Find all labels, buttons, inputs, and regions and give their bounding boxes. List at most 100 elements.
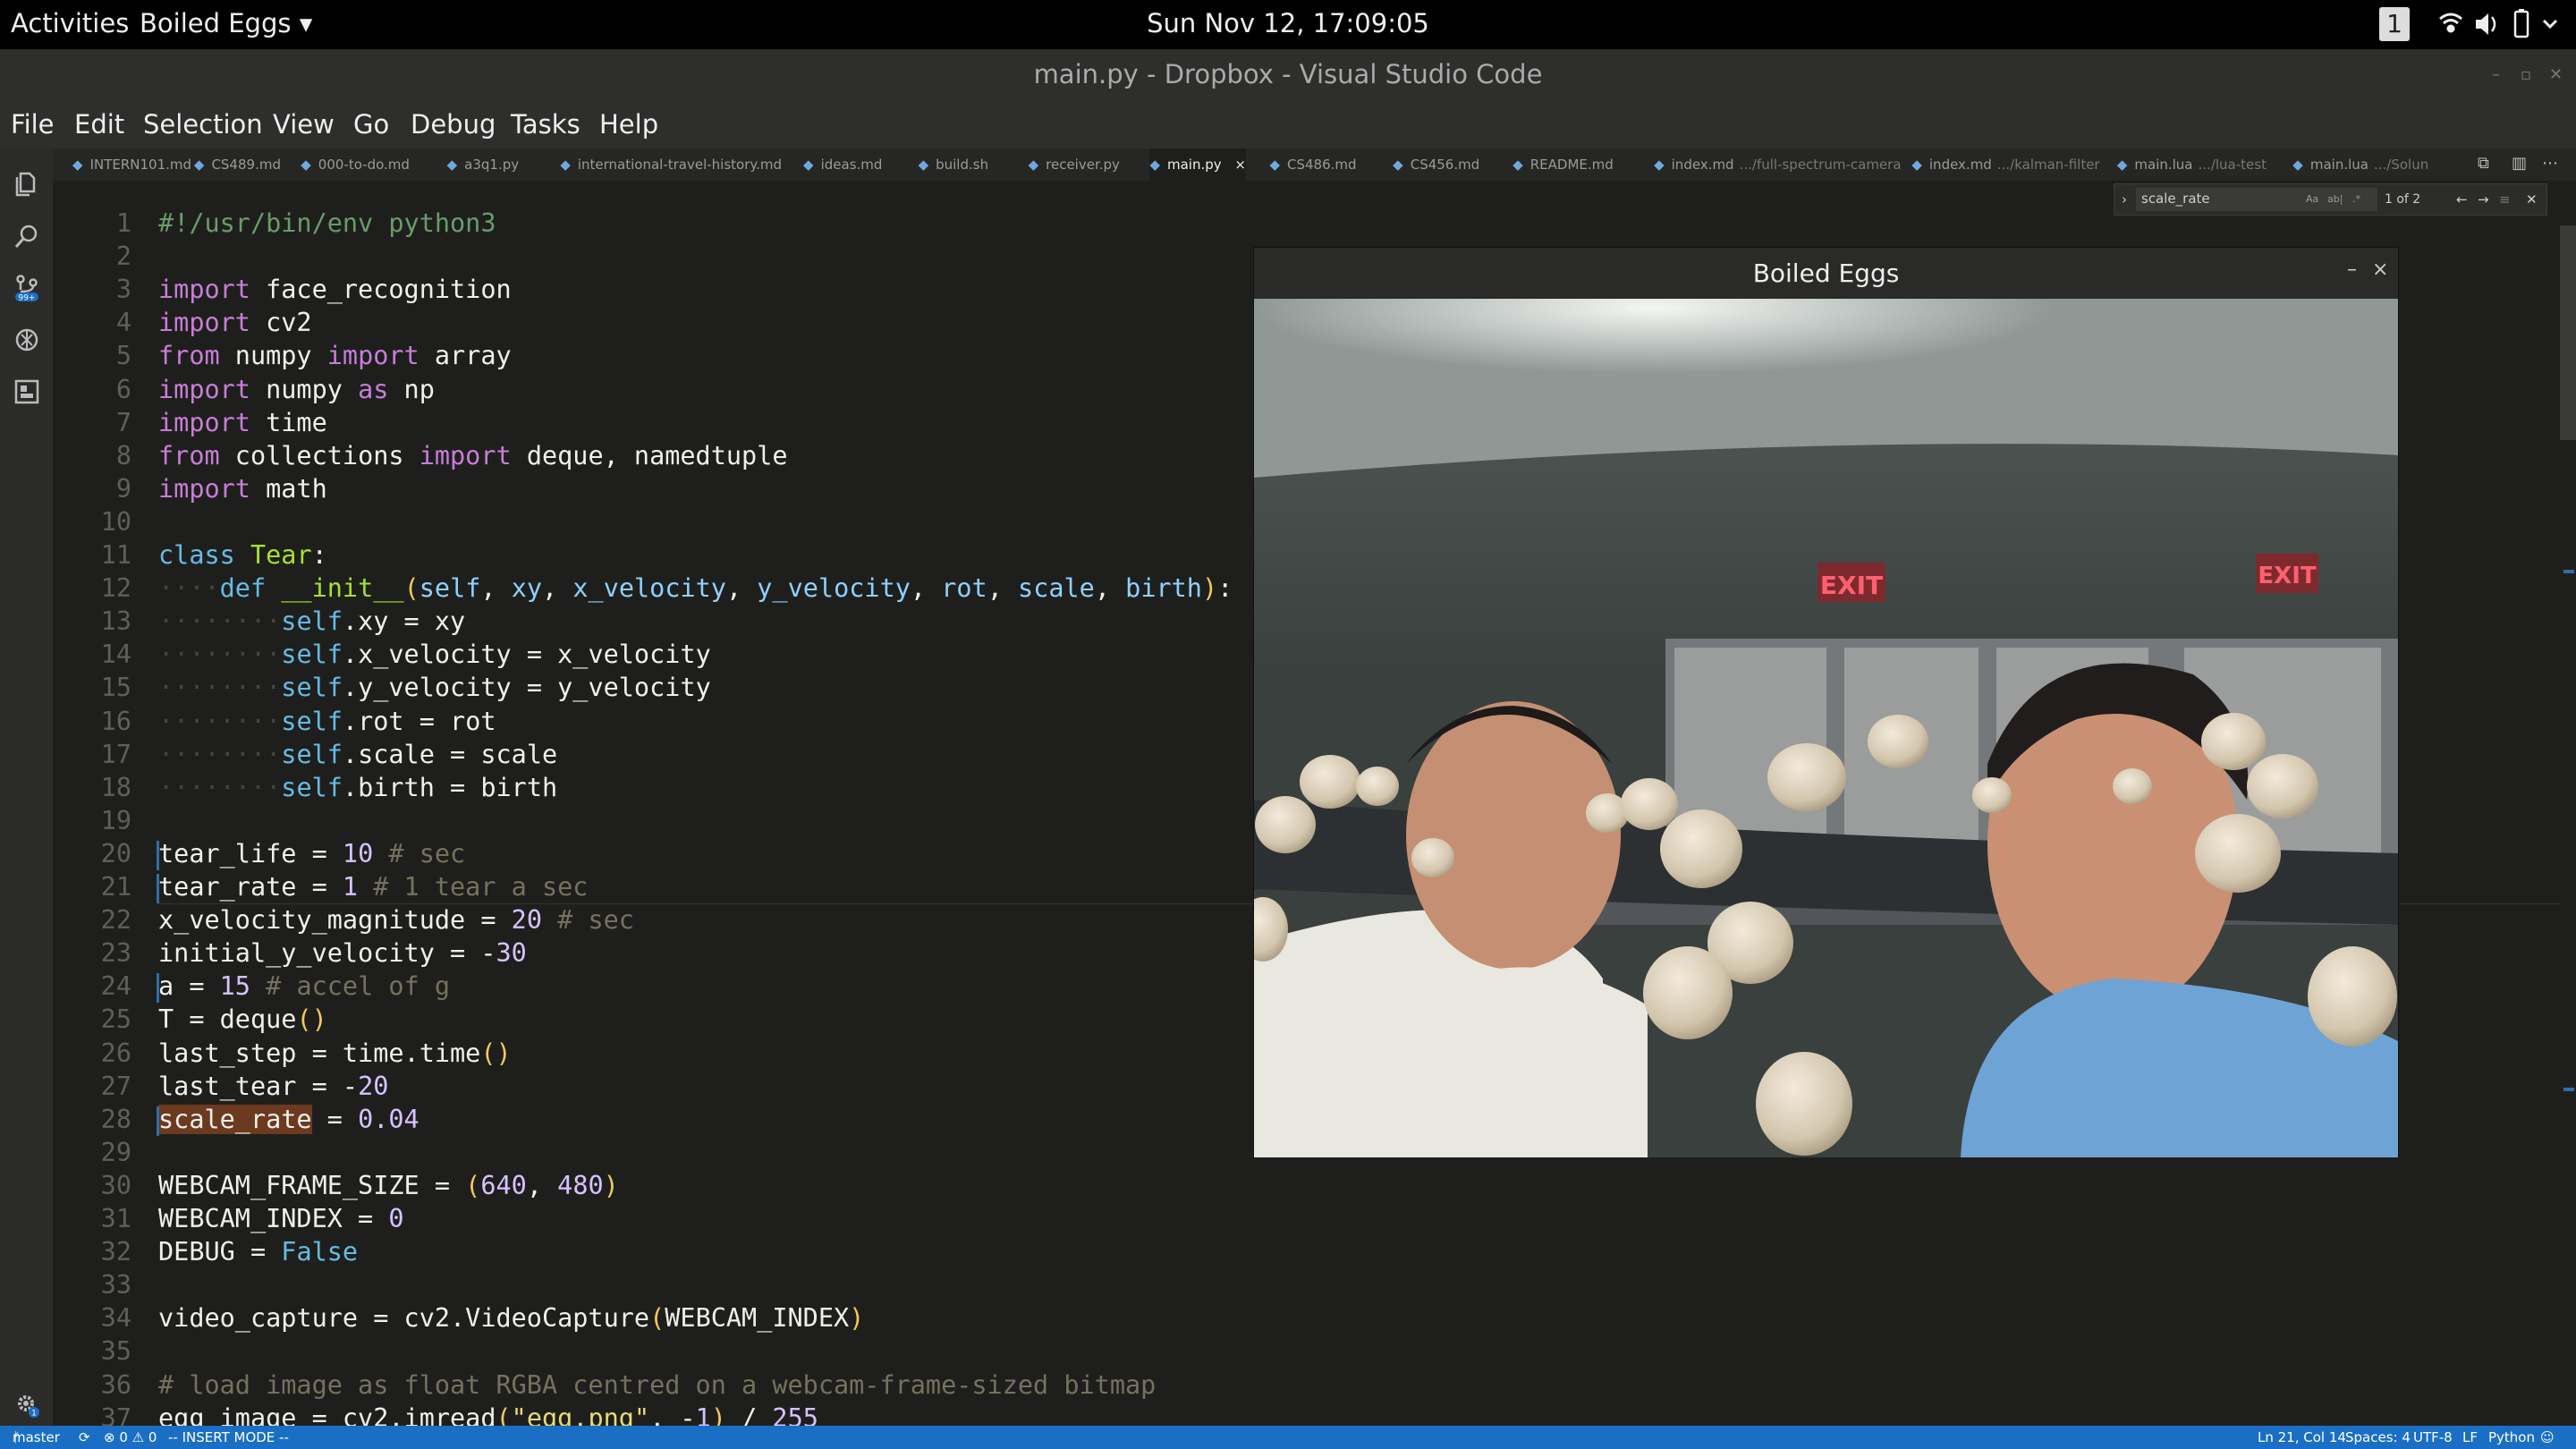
editor-tab[interactable]: ◆ CS486.md xyxy=(1269,148,1356,181)
editor-tab[interactable]: ◆ CS456.md xyxy=(1393,148,1479,181)
settings-gear-icon[interactable]: 1 xyxy=(13,1390,41,1419)
code-line: #!/usr/bin/env python3 xyxy=(158,208,496,238)
window-title: main.py - Dropbox - Visual Studio Code xyxy=(1033,59,1543,89)
popup-close-button[interactable]: × xyxy=(2372,258,2388,281)
line-number: 13 xyxy=(100,606,131,637)
editor-tab[interactable]: ◆ main.lua .../Solun xyxy=(2292,148,2428,181)
editor-tab[interactable]: ◆ receiver.py xyxy=(1029,148,1120,181)
line-number: 28 xyxy=(100,1104,131,1134)
file-icon: ◆ xyxy=(1911,157,1922,173)
close-icon[interactable]: ✕ xyxy=(2526,184,2538,215)
workspace-indicator[interactable]: 1 xyxy=(2379,7,2410,41)
file-icon: ◆ xyxy=(1654,157,1665,173)
tab-active[interactable]: ◆ main.py × xyxy=(1149,148,1246,181)
close-icon[interactable]: × xyxy=(1231,157,1246,173)
close-button[interactable]: ✕ xyxy=(2549,49,2563,100)
line-number: 8 xyxy=(115,440,131,470)
file-icon: ◆ xyxy=(1149,157,1160,173)
editor-tab[interactable]: ◆ CS489.md xyxy=(194,148,281,181)
language-mode[interactable]: Python xyxy=(2488,1426,2535,1449)
window-titlebar[interactable]: main.py - Dropbox - Visual Studio Code –… xyxy=(0,49,2576,100)
find-in-selection-icon[interactable]: ≡ xyxy=(2499,184,2511,215)
match-case-toggle[interactable]: Aa xyxy=(2306,184,2318,215)
sync-button[interactable]: ⟳ xyxy=(79,1426,90,1449)
system-tray[interactable] xyxy=(2433,6,2567,42)
line-number: 22 xyxy=(100,905,131,936)
tab-label: build.sh xyxy=(936,157,989,173)
regex-toggle[interactable]: .* xyxy=(2352,184,2360,215)
cursor-position[interactable]: Ln 21, Col 14 xyxy=(2258,1426,2346,1449)
tab-label: index.md xyxy=(1671,157,1734,173)
editor-tab[interactable]: ◆ 000-to-do.md xyxy=(301,148,410,181)
line-number: 19 xyxy=(100,805,131,835)
tab-path: .../kalman-filter xyxy=(1996,157,2100,173)
svg-text:99+: 99+ xyxy=(19,294,36,303)
whole-word-toggle[interactable]: ab| xyxy=(2327,184,2343,215)
line-number: 21 xyxy=(100,872,131,902)
svg-text:EXIT: EXIT xyxy=(1820,571,1883,600)
menu-selection[interactable]: Selection xyxy=(143,109,263,140)
minimize-button[interactable]: – xyxy=(2492,49,2500,100)
tab-label: main.lua xyxy=(2309,157,2368,173)
svg-text:EXIT: EXIT xyxy=(2258,563,2316,589)
battery-icon xyxy=(2513,9,2529,38)
menu-file[interactable]: File xyxy=(11,109,55,140)
code-line: egg_image = cv2.imread("egg.png", -1) / … xyxy=(158,1402,818,1426)
editor-tab[interactable]: ◆ index.md .../kalman-filter xyxy=(1911,148,2099,181)
line-number: 11 xyxy=(100,540,131,570)
source-control-icon[interactable]: 99+ xyxy=(13,274,41,302)
debug-icon[interactable] xyxy=(13,326,41,354)
editor-tab-bar: ◆ INTERN101.md ◆ CS489.md ◆ 000-to-do.md ◆ a3q1… xyxy=(53,148,2576,181)
arrow-down-icon[interactable]: → xyxy=(2478,184,2489,215)
code-line: # load image as float RGBA centred on a … xyxy=(158,1369,1157,1400)
editor-tab[interactable]: ◆ a3q1.py xyxy=(447,148,520,181)
editor-tab[interactable]: ◆ build.sh xyxy=(919,148,989,181)
line-number: 18 xyxy=(100,772,131,802)
menu-help[interactable]: Help xyxy=(599,109,658,140)
problems-indicator[interactable]: ⊗ 0 ⚠ 0 xyxy=(104,1426,157,1449)
activities-button[interactable]: Activities xyxy=(11,8,129,38)
line-number: 26 xyxy=(100,1038,131,1068)
menu-debug[interactable]: Debug xyxy=(411,109,496,140)
indentation-indicator[interactable]: Spaces: 4 xyxy=(2345,1426,2411,1449)
chevron-right-icon[interactable]: › xyxy=(2122,184,2127,215)
overview-ruler[interactable] xyxy=(2560,181,2576,1426)
line-number: 16 xyxy=(100,706,131,736)
encoding-indicator[interactable]: UTF-8 xyxy=(2413,1426,2453,1449)
split-editor-icon[interactable]: ⧉ xyxy=(2478,154,2489,173)
editor-tab[interactable]: ◆ index.md .../full-spectrum-camera xyxy=(1654,148,1901,181)
popup-minimize-button[interactable]: – xyxy=(2347,258,2357,281)
explorer-icon[interactable] xyxy=(13,168,41,197)
editor-tab[interactable]: ◆ international-travel-history.md xyxy=(560,148,782,181)
boiled-eggs-window[interactable]: Boiled Eggs – × EXIT EXIT xyxy=(1253,247,2399,1157)
code-line: a = 15 # accel of g xyxy=(158,971,451,1002)
tab-label: main.py xyxy=(1166,157,1222,173)
menu-go[interactable]: Go xyxy=(353,109,389,140)
editor-tab[interactable]: ◆ README.md xyxy=(1513,148,1614,181)
scrollbar-thumb[interactable] xyxy=(2560,225,2576,440)
feedback-smiley-icon[interactable]: ☺ xyxy=(2540,1426,2555,1449)
layout-icon[interactable]: ▥ xyxy=(2512,154,2527,173)
line-number: 7 xyxy=(115,407,131,437)
more-icon[interactable]: ⋯ xyxy=(2542,154,2558,173)
app-menu-label: Boiled Eggs xyxy=(140,8,292,38)
clock[interactable]: Sun Nov 12, 17:09:05 xyxy=(0,8,2576,38)
menu-edit[interactable]: Edit xyxy=(74,109,124,140)
code-line: T = deque() xyxy=(158,1004,327,1035)
line-number: 17 xyxy=(100,739,131,769)
search-icon[interactable] xyxy=(13,222,41,250)
extensions-icon[interactable] xyxy=(13,377,41,406)
app-menu[interactable]: Boiled Eggs ▾ xyxy=(140,8,312,38)
editor-tab[interactable]: ◆ INTERN101.md xyxy=(72,148,191,181)
eol-indicator[interactable]: LF xyxy=(2462,1426,2478,1449)
arrow-up-icon[interactable]: ← xyxy=(2456,184,2468,215)
git-change-marker xyxy=(157,874,159,904)
maximize-button[interactable]: ▫ xyxy=(2521,49,2531,100)
code-line: class Tear: xyxy=(158,540,327,570)
line-number: 10 xyxy=(100,506,131,537)
editor-tab[interactable]: ◆ ideas.md xyxy=(803,148,882,181)
menu-view[interactable]: View xyxy=(273,109,335,140)
menu-tasks[interactable]: Tasks xyxy=(511,109,580,140)
editor-tab[interactable]: ◆ main.lua .../lua-test xyxy=(2117,148,2267,181)
file-icon: ◆ xyxy=(446,157,458,173)
